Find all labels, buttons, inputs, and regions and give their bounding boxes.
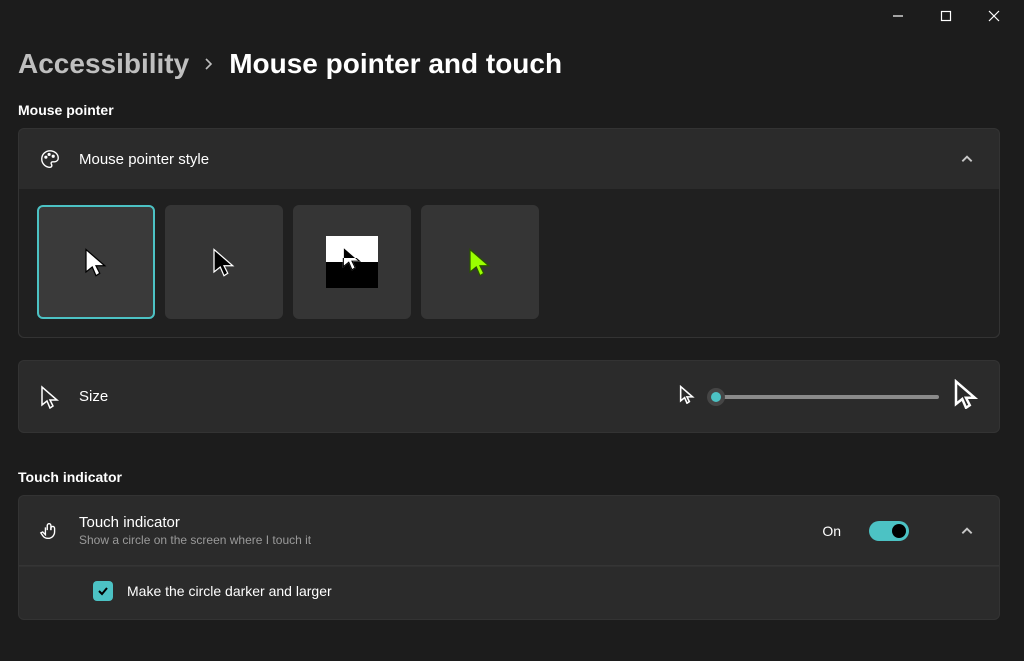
cursor-icon	[39, 386, 61, 408]
section-label-touch: Touch indicator	[18, 469, 1000, 485]
pointer-style-black[interactable]	[165, 205, 283, 319]
pointer-style-inverted[interactable]	[293, 205, 411, 319]
pointer-style-custom[interactable]	[421, 205, 539, 319]
chevron-right-icon	[203, 54, 215, 75]
touch-indicator-title: Touch indicator	[79, 514, 311, 531]
small-cursor-icon	[679, 385, 695, 409]
close-button[interactable]	[984, 6, 1004, 26]
pointer-size-label: Size	[79, 388, 108, 405]
breadcrumb-parent[interactable]: Accessibility	[18, 48, 189, 80]
chevron-up-icon[interactable]	[955, 519, 979, 543]
touch-indicator-toggle[interactable]	[869, 521, 909, 541]
minimize-button[interactable]	[888, 6, 908, 26]
pointer-size-control	[679, 379, 979, 414]
page-title: Mouse pointer and touch	[229, 48, 562, 80]
touch-indicator-row[interactable]: Touch indicator Show a circle on the scr…	[19, 496, 999, 565]
touch-indicator-state-label: On	[822, 523, 841, 539]
breadcrumb: Accessibility Mouse pointer and touch	[18, 48, 1000, 80]
mouse-pointer-style-title: Mouse pointer style	[79, 151, 209, 168]
mouse-pointer-style-header[interactable]: Mouse pointer style	[19, 129, 999, 189]
touch-icon	[39, 520, 61, 542]
mouse-pointer-style-card: Mouse pointer style	[18, 128, 1000, 338]
chevron-up-icon[interactable]	[955, 147, 979, 171]
touch-indicator-card: Touch indicator Show a circle on the scr…	[18, 495, 1000, 620]
pointer-size-slider[interactable]	[709, 388, 939, 406]
touch-circle-option-row[interactable]: Make the circle darker and larger	[19, 566, 999, 619]
palette-icon	[39, 148, 61, 170]
window-titlebar	[888, 0, 1024, 32]
touch-circle-checkbox[interactable]	[93, 581, 113, 601]
pointer-size-row: Size	[19, 361, 999, 432]
large-cursor-icon	[953, 379, 979, 414]
page-content: Accessibility Mouse pointer and touch Mo…	[18, 48, 1024, 661]
touch-circle-option-label: Make the circle darker and larger	[127, 583, 332, 599]
section-label-mouse-pointer: Mouse pointer	[18, 102, 1000, 118]
pointer-size-card: Size	[18, 360, 1000, 433]
pointer-style-grid	[19, 189, 999, 337]
pointer-style-white[interactable]	[37, 205, 155, 319]
touch-indicator-subtitle: Show a circle on the screen where I touc…	[79, 533, 311, 547]
maximize-button[interactable]	[936, 6, 956, 26]
